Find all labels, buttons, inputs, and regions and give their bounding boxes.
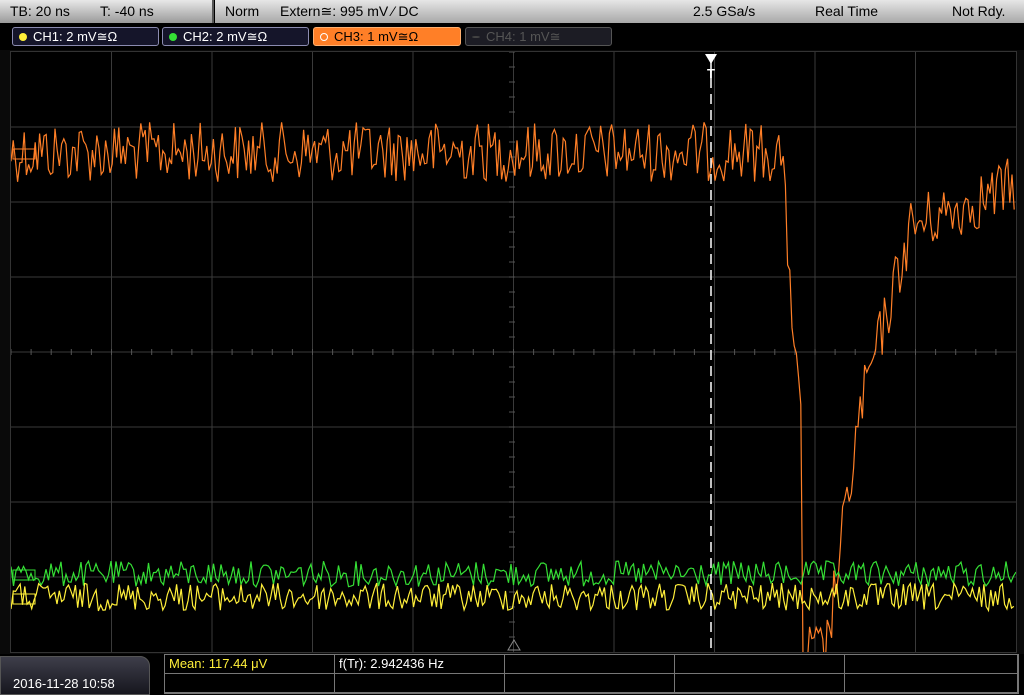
channel-1-label: CH1: 2 mV≅Ω <box>33 29 118 44</box>
trigger-arrow-icon <box>705 54 717 64</box>
datetime-label: 2016-11-28 10:58 <box>13 676 115 691</box>
frequency-measurement: f(Tr): 2.942436 Hz <box>335 655 505 674</box>
measurement-cell-empty <box>675 674 845 693</box>
timebase-box[interactable]: TB: 20 ns T: -40 ns <box>0 0 214 23</box>
measurement-cell-empty <box>505 655 675 674</box>
mean-measurement: Mean: 117.44 μV <box>165 655 335 674</box>
trigger-status-bar[interactable]: Norm Extern≅: 995 mV ⁄ DC 2.5 GSa/s Real… <box>215 0 1024 23</box>
waveform-canvas: T <box>11 52 1016 652</box>
channel-2-button[interactable]: CH2: 2 mV≅Ω <box>162 27 309 46</box>
top-bar: TB: 20 ns T: -40 ns Norm Extern≅: 995 mV… <box>0 0 1024 24</box>
channel-3-button[interactable]: CH3: 1 mV≅Ω <box>313 27 461 46</box>
trigger-marker-label: T <box>707 66 715 81</box>
datetime-box[interactable]: 2016-11-28 10:58 <box>0 656 150 695</box>
channel-3-offset-marker <box>12 148 36 160</box>
channel-2-dot-icon <box>169 33 177 41</box>
measurement-cell-empty <box>335 674 505 693</box>
channel-3-dot-icon <box>320 33 328 41</box>
channel-1-trace <box>11 581 1015 613</box>
graticule-grid <box>11 52 1016 652</box>
channel-4-label: CH4: 1 mV≅ <box>486 29 561 44</box>
channel-4-button[interactable]: CH4: 1 mV≅ <box>465 27 612 46</box>
channel-1-button[interactable]: CH1: 2 mV≅Ω <box>12 27 159 46</box>
sample-rate-label: 2.5 GSa/s <box>693 3 756 19</box>
measurement-table[interactable]: Mean: 117.44 μV f(Tr): 2.942436 Hz <box>164 654 1019 694</box>
channel-row: CH1: 2 mV≅Ω CH2: 2 mV≅Ω CH3: 1 mV≅Ω CH4:… <box>0 24 1024 50</box>
measurement-cell-empty <box>165 674 335 693</box>
waveform-display[interactable]: T <box>10 51 1017 653</box>
channel-4-dash-icon <box>472 36 480 38</box>
measurement-cell-empty <box>845 674 1018 693</box>
channel-3-label: CH3: 1 mV≅Ω <box>334 29 419 44</box>
timebase-label: TB: 20 ns <box>10 3 70 19</box>
channel-2-label: CH2: 2 mV≅Ω <box>183 29 268 44</box>
trigger-mode-label: Norm <box>225 3 260 19</box>
acquisition-mode-label: Real Time <box>815 3 879 19</box>
measurement-cell-empty <box>845 655 1018 674</box>
measurement-cell-empty <box>505 674 675 693</box>
trigger-position-label: T: -40 ns <box>100 3 154 19</box>
channel-1-dot-icon <box>19 33 27 41</box>
trigger-source-label: Extern≅: 995 mV ⁄ DC <box>280 3 419 19</box>
measurement-cell-empty <box>675 655 845 674</box>
bottom-bar: 2016-11-28 10:58 Mean: 117.44 μV f(Tr): … <box>0 654 1024 695</box>
run-state-label: Not Rdy. <box>952 3 1006 19</box>
